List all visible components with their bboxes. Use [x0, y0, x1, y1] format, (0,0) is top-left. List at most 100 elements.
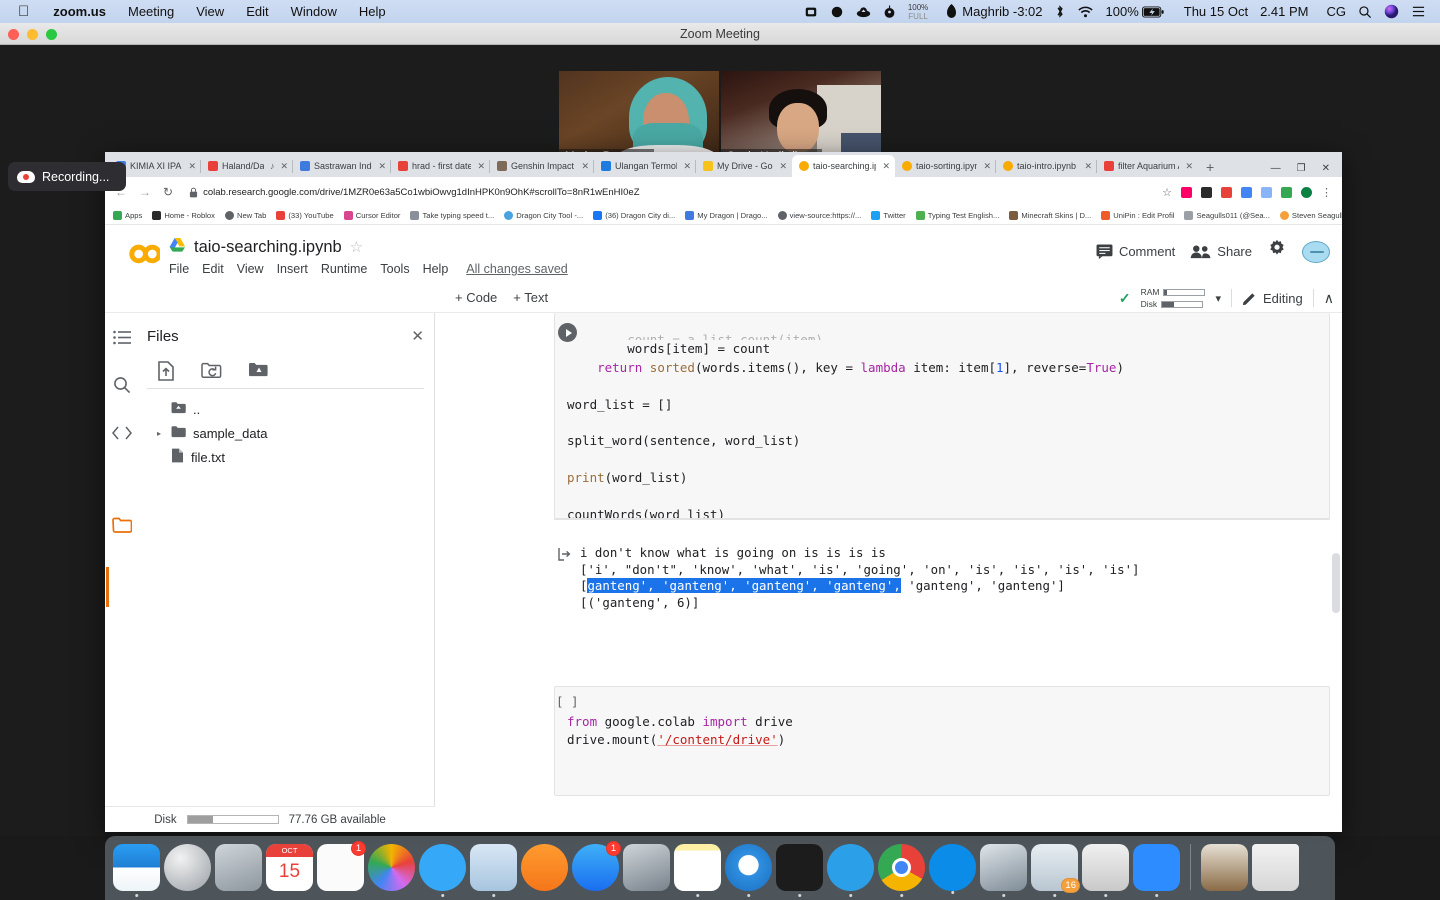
minimize-button[interactable]: — — [1271, 163, 1281, 174]
screen-record-icon[interactable] — [798, 5, 824, 19]
browser-tab[interactable]: taio-sorting.ipynb - Colabo ✕ — [895, 155, 996, 177]
menubar-date[interactable]: Thu 15 Oct — [1170, 0, 1254, 23]
dock-item-virtualbox[interactable] — [980, 844, 1027, 897]
browser-tab[interactable]: Haland/Dalama | /15· ♪ ✕ — [201, 155, 293, 177]
expand-caret-icon[interactable]: ▸ — [157, 429, 161, 438]
browser-tab[interactable]: Ulangan Termokimia 2020 | ✕ — [594, 155, 696, 177]
menu-help[interactable]: Help — [423, 262, 449, 276]
search-icon[interactable] — [112, 375, 132, 395]
bookmark-item[interactable]: Steven Seagull | Mi... — [1279, 211, 1342, 220]
notebook-scrollbar[interactable] — [1332, 553, 1340, 613]
battery-percent-indicator[interactable]: 100% FULL — [902, 3, 934, 21]
reload-button[interactable]: ↻ — [163, 185, 173, 199]
file-tree-row[interactable]: .. — [147, 397, 426, 421]
antivirus-icon[interactable] — [877, 5, 902, 19]
close-tab-icon[interactable]: ✕ — [581, 161, 589, 172]
table-of-contents-icon[interactable] — [112, 327, 132, 347]
files-folder-icon[interactable] — [112, 515, 132, 535]
extension-icon[interactable] — [1181, 186, 1192, 198]
maximize-button[interactable]: ❐ — [1297, 163, 1306, 174]
tab-audio-icon[interactable]: ♪ — [270, 161, 275, 171]
bookmark-item[interactable]: Typing Test English... — [915, 211, 999, 220]
user-avatar[interactable] — [1302, 240, 1330, 263]
dock-item-terminal[interactable] — [776, 844, 823, 897]
menu-item-view[interactable]: View — [185, 0, 235, 23]
browser-tab[interactable]: Sastrawan Indonesia - Goo ✕ — [293, 155, 391, 177]
browser-tab[interactable]: taio-intro.ipynb - Colaborat ✕ — [996, 155, 1097, 177]
menubar-user-initials[interactable]: CG — [1315, 0, 1353, 23]
dock-item-trash[interactable] — [1252, 844, 1299, 891]
menu-view[interactable]: View — [237, 262, 264, 276]
cell-output[interactable]: i don't know what is going on is is is i… — [554, 519, 1330, 656]
extension-icon[interactable] — [1201, 186, 1212, 198]
bookmark-item[interactable]: Minecraft Skins | D... — [1009, 211, 1091, 220]
share-button[interactable]: Share — [1190, 244, 1252, 259]
dock-item-launchpad[interactable] — [164, 844, 211, 891]
extension-icon[interactable] — [1281, 186, 1292, 198]
menu-item-help[interactable]: Help — [348, 0, 397, 23]
prayer-time-indicator[interactable]: Maghrib -3:02 — [934, 0, 1048, 23]
resource-meters[interactable]: RAM Disk — [1141, 287, 1206, 309]
spotlight-search-icon[interactable] — [1352, 5, 1378, 19]
maximize-window-button[interactable] — [46, 29, 57, 40]
apple-menu-icon[interactable]:  — [8, 0, 42, 23]
siri-icon[interactable] — [1378, 4, 1405, 19]
dark-mode-icon[interactable] — [824, 5, 850, 19]
save-status[interactable]: All changes saved — [466, 262, 567, 276]
menu-file[interactable]: File — [169, 262, 189, 276]
dock-item-remote-desktop[interactable]: 16 — [1031, 844, 1080, 897]
bookmark-item[interactable]: (36) Dragon City di... — [593, 211, 675, 220]
close-tab-icon[interactable]: ✕ — [983, 161, 991, 172]
browser-tab[interactable]: filter Aquarium AQUILA F9 ✕ — [1097, 155, 1198, 177]
wifi-icon[interactable] — [1071, 5, 1100, 18]
add-code-cell-button[interactable]: + Code — [455, 290, 497, 305]
close-window-button[interactable] — [8, 29, 19, 40]
menu-item-edit[interactable]: Edit — [235, 0, 279, 23]
upload-file-icon[interactable] — [157, 361, 175, 386]
close-tab-icon[interactable]: ✕ — [477, 161, 485, 172]
menu-runtime[interactable]: Runtime — [321, 262, 368, 276]
dock-item-photos[interactable] — [368, 844, 415, 891]
recording-indicator[interactable]: Recording... — [8, 162, 126, 191]
notebook-filename[interactable]: taio-searching.ipynb — [194, 238, 342, 257]
cell-execution-prompt[interactable]: [ ] — [556, 694, 579, 709]
close-tab-icon[interactable]: ✕ — [683, 161, 691, 172]
run-cell-icon[interactable] — [558, 323, 577, 342]
add-text-cell-button[interactable]: + Text — [513, 290, 548, 305]
menu-item-meeting[interactable]: Meeting — [117, 0, 185, 23]
bookmark-item[interactable]: Twitter — [871, 211, 906, 220]
dock-item-finder[interactable] — [113, 844, 160, 897]
section-heading[interactable]: New Section — [556, 830, 1342, 832]
cloud-icon[interactable] — [850, 5, 877, 19]
dock-item-chrome[interactable] — [878, 844, 925, 897]
bookmark-item[interactable]: (33) YouTube — [276, 211, 334, 220]
dock-item-app-store[interactable]: 1 — [572, 841, 621, 891]
new-tab-button[interactable]: + — [1198, 159, 1222, 177]
dock-item-notes[interactable] — [674, 844, 721, 897]
browser-tab[interactable]: My Drive - Google Drive ✕ — [696, 155, 792, 177]
dock-item-skype[interactable] — [929, 844, 976, 894]
bookmark-item[interactable]: Take typing speed t... — [410, 211, 494, 220]
refresh-folder-icon[interactable] — [201, 361, 222, 386]
output-arrow-icon[interactable] — [558, 547, 572, 565]
dock-item-circuit-app[interactable] — [1082, 844, 1129, 897]
menu-insert[interactable]: Insert — [277, 262, 308, 276]
extension-icon[interactable] — [1261, 186, 1272, 198]
bluetooth-icon[interactable] — [1049, 4, 1071, 19]
extension-icon[interactable] — [1221, 186, 1232, 198]
dock-item-atom[interactable] — [827, 844, 874, 897]
menu-item-window[interactable]: Window — [280, 0, 348, 23]
close-button[interactable]: ✕ — [1322, 163, 1330, 174]
chevron-down-icon[interactable]: ▾ — [1215, 292, 1221, 305]
bookmark-item[interactable]: Seagulls011 (@Sea... — [1184, 211, 1270, 220]
close-tab-icon[interactable]: ✕ — [188, 161, 196, 172]
browser-tab[interactable]: hrad - first date - YouTube ✕ — [391, 155, 490, 177]
bookmark-item[interactable]: Dragon City Tool -... — [504, 211, 583, 220]
address-bar[interactable]: colab.research.google.com/drive/1MZR0e63… — [181, 182, 1155, 202]
menu-tools[interactable]: Tools — [380, 262, 409, 276]
close-tab-icon[interactable]: ✕ — [378, 161, 386, 172]
bookmark-item[interactable]: Cursor Editor — [343, 211, 400, 220]
close-tab-icon[interactable]: ✕ — [1185, 161, 1193, 172]
menu-item-zoom-us[interactable]: zoom.us — [42, 0, 117, 23]
colab-logo[interactable] — [117, 231, 163, 277]
